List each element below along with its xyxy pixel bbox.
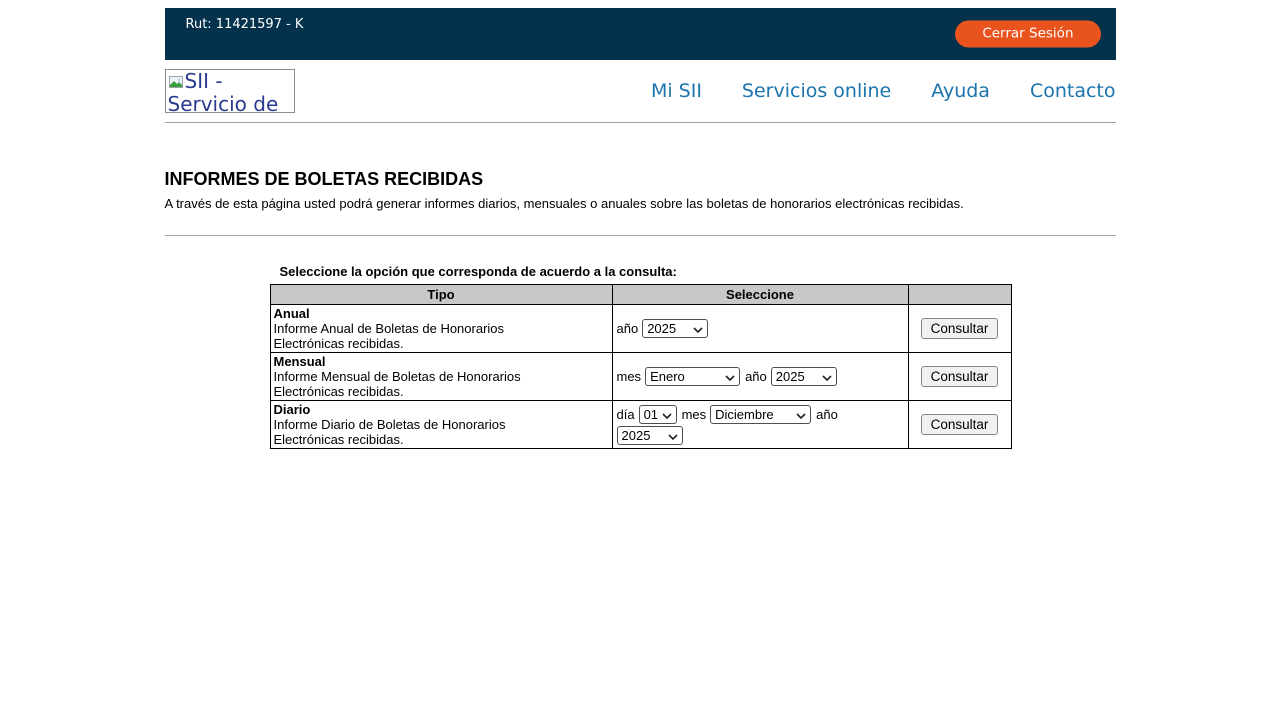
rut-label: Rut: 11421597 - K: [186, 17, 304, 32]
diario-consultar-button[interactable]: Consultar: [921, 414, 999, 435]
anual-description: Informe Anual de Boletas de Honorarios E…: [274, 321, 546, 351]
nav-mi-sii[interactable]: Mi SII: [651, 80, 702, 102]
diario-anio-label: año: [816, 407, 838, 422]
divider: [165, 235, 1116, 236]
main-nav: Mi SII Servicios online Ayuda Contacto: [651, 80, 1116, 102]
main-content: INFORMES DE BOLETAS RECIBIDAS A través d…: [165, 169, 1116, 449]
anual-seleccione-cell: año2025: [612, 305, 908, 353]
mensual-consultar-button[interactable]: Consultar: [921, 366, 999, 387]
mensual-tipo-cell: Mensual Informe Mensual de Boletas de Ho…: [270, 353, 612, 401]
chevron-down-icon: [796, 407, 806, 422]
diario-tipo-cell: Diario Informe Diario de Boletas de Hono…: [270, 401, 612, 449]
mensual-mes-label: mes: [617, 369, 642, 384]
sii-logo-broken-image[interactable]: SII - Servicio de: [165, 69, 295, 113]
table-caption: Seleccione la opción que corresponda de …: [270, 264, 1011, 279]
header-row: SII - Servicio de Mi SII Servicios onlin…: [165, 60, 1116, 123]
broken-image-icon: [168, 73, 184, 94]
mensual-title: Mensual: [274, 354, 609, 369]
diario-anio-select[interactable]: 2025: [617, 426, 683, 445]
diario-title: Diario: [274, 402, 609, 417]
nav-contacto[interactable]: Contacto: [1030, 80, 1116, 102]
anual-anio-label: año: [617, 321, 639, 336]
anual-consultar-button[interactable]: Consultar: [921, 318, 999, 339]
chevron-down-icon: [662, 407, 672, 422]
mensual-seleccione-cell: mesEnero año 2025: [612, 353, 908, 401]
diario-dia-select[interactable]: 01: [639, 405, 677, 424]
table-row-mensual: Mensual Informe Mensual de Boletas de Ho…: [270, 353, 1011, 401]
chevron-down-icon: [725, 369, 735, 384]
anual-button-cell: Consultar: [908, 305, 1011, 353]
mensual-mes-select[interactable]: Enero: [645, 367, 740, 386]
header-tipo: Tipo: [270, 285, 612, 305]
diario-mes-label: mes: [682, 407, 707, 422]
table-row-anual: Anual Informe Anual de Boletas de Honora…: [270, 305, 1011, 353]
report-table-section: Seleccione la opción que corresponda de …: [270, 264, 1011, 449]
anual-tipo-cell: Anual Informe Anual de Boletas de Honora…: [270, 305, 612, 353]
mensual-anio-label: año: [745, 369, 767, 384]
chevron-down-icon: [693, 321, 703, 336]
topbar: Rut: 11421597 - K Cerrar Sesión: [165, 8, 1116, 60]
mensual-button-cell: Consultar: [908, 353, 1011, 401]
diario-seleccione-cell: día 01 mesDiciembre año 2025: [612, 401, 908, 449]
diario-button-cell: Consultar: [908, 401, 1011, 449]
table-row-diario: Diario Informe Diario de Boletas de Hono…: [270, 401, 1011, 449]
logout-button[interactable]: Cerrar Sesión: [955, 21, 1100, 48]
anual-title: Anual: [274, 306, 609, 321]
anual-anio-select[interactable]: 2025: [642, 319, 708, 338]
chevron-down-icon: [668, 428, 678, 443]
nav-ayuda[interactable]: Ayuda: [931, 80, 990, 102]
page-title: INFORMES DE BOLETAS RECIBIDAS: [165, 169, 1116, 190]
report-table: Tipo Seleccione Anual Informe Anual de B…: [270, 284, 1012, 449]
table-header-row: Tipo Seleccione: [270, 285, 1011, 305]
mensual-anio-select[interactable]: 2025: [771, 367, 837, 386]
page-container: Rut: 11421597 - K Cerrar Sesión SII - Se…: [165, 8, 1116, 449]
diario-description: Informe Diario de Boletas de Honorarios …: [274, 417, 546, 447]
chevron-down-icon: [822, 369, 832, 384]
diario-mes-select[interactable]: Diciembre: [710, 405, 811, 424]
nav-servicios-online[interactable]: Servicios online: [742, 80, 891, 102]
mensual-description: Informe Mensual de Boletas de Honorarios…: [274, 369, 546, 399]
diario-dia-label: día: [617, 407, 635, 422]
page-description: A través de esta página usted podrá gene…: [165, 196, 1116, 211]
logo-alt-text: SII - Servicio de: [168, 69, 279, 113]
header-empty: [908, 285, 1011, 305]
header-seleccione: Seleccione: [612, 285, 908, 305]
